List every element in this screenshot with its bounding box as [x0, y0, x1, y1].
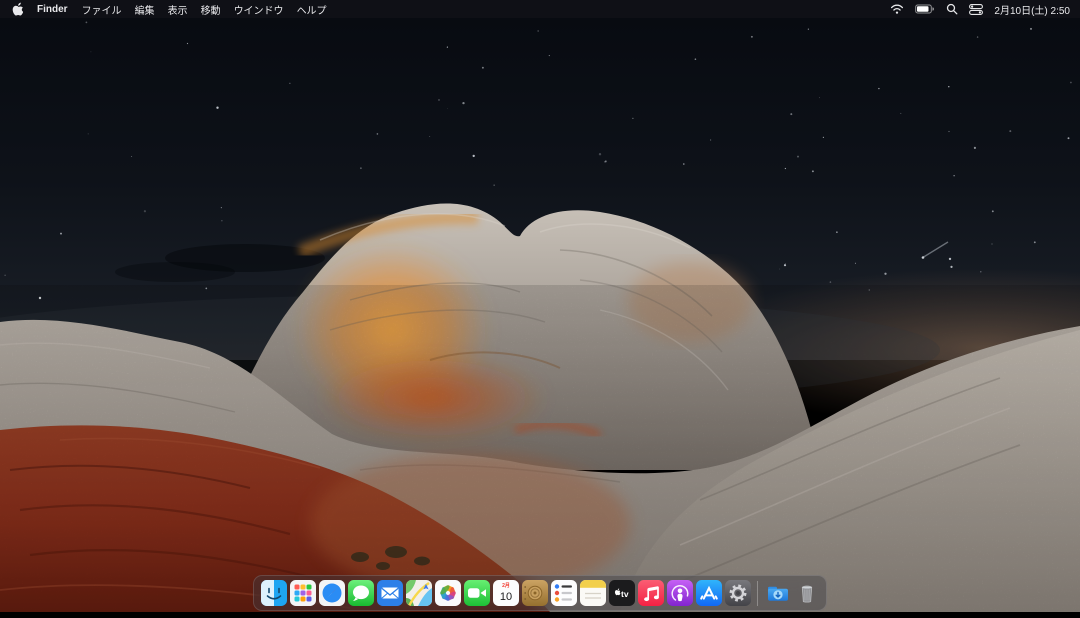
menu-item-2[interactable]: 表示 [168, 2, 188, 17]
dock-item-contacts[interactable] [522, 580, 548, 606]
menu-bar-clock[interactable]: 2月10日(土) 2:50 [994, 2, 1070, 17]
dock-item-settings[interactable] [725, 580, 751, 606]
dock-item-facetime[interactable] [464, 580, 490, 606]
launchpad-icon [290, 580, 316, 606]
svg-text:2月: 2月 [502, 582, 510, 589]
dock-item-photos[interactable] [435, 580, 461, 606]
active-app-menu[interactable]: Finder [37, 4, 68, 15]
control-center-icon[interactable] [969, 4, 983, 15]
dock-item-music[interactable] [638, 580, 664, 606]
messages-icon [348, 580, 374, 606]
dock-item-appstore[interactable] [696, 580, 722, 606]
downloads-folder-icon [765, 580, 791, 606]
menu-item-0[interactable]: ファイル [82, 2, 122, 17]
svg-text:tv: tv [621, 589, 629, 599]
system-settings-icon [725, 580, 751, 606]
status-icons [890, 3, 983, 15]
dock-divider [757, 581, 758, 606]
safari-icon [319, 580, 345, 606]
reminders-icon [551, 580, 577, 606]
menu-item-3[interactable]: 移動 [201, 2, 221, 17]
maps-icon [406, 580, 432, 606]
calendar-icon: 2月10 [493, 580, 519, 606]
menu-bar-right: 2月10日(土) 2:50 [890, 2, 1080, 17]
dock-item-reminders[interactable] [551, 580, 577, 606]
app-menus: ファイル編集表示移動ウインドウヘルプ [82, 2, 327, 17]
apple-menu-icon[interactable] [11, 2, 23, 16]
finder-icon [261, 580, 287, 606]
dock-item-safari[interactable] [319, 580, 345, 606]
facetime-icon [464, 580, 490, 606]
desktop-wallpaper [0, 0, 1080, 612]
dock-item-trash[interactable] [794, 580, 820, 606]
dock-item-calendar[interactable]: 2月10 [493, 580, 519, 606]
dock-item-launchpad[interactable] [290, 580, 316, 606]
dock-item-notes[interactable] [580, 580, 606, 606]
apple-tv-icon: tv [609, 580, 635, 606]
dock: 2月10tv [253, 575, 827, 611]
svg-text:10: 10 [499, 591, 511, 603]
macos-desktop: Finder ファイル編集表示移動ウインドウヘルプ 2月10日(土) 2:50 … [0, 0, 1080, 618]
menu-item-4[interactable]: ウインドウ [234, 2, 284, 17]
menu-item-5[interactable]: ヘルプ [297, 2, 327, 17]
mail-icon [377, 580, 403, 606]
dock-item-messages[interactable] [348, 580, 374, 606]
podcasts-icon [667, 580, 693, 606]
spotlight-search-icon[interactable] [946, 3, 958, 15]
dock-item-podcasts[interactable] [667, 580, 693, 606]
contacts-icon [522, 580, 548, 606]
dock-item-finder[interactable] [261, 580, 287, 606]
dock-item-tv[interactable]: tv [609, 580, 635, 606]
menu-bar: Finder ファイル編集表示移動ウインドウヘルプ 2月10日(土) 2:50 [0, 0, 1080, 18]
trash-icon [794, 580, 820, 606]
dock-item-downloads[interactable] [765, 580, 791, 606]
menu-item-1[interactable]: 編集 [135, 2, 155, 17]
dock-item-mail[interactable] [377, 580, 403, 606]
notes-icon [580, 580, 606, 606]
wifi-icon[interactable] [890, 3, 904, 15]
dock-item-maps[interactable] [406, 580, 432, 606]
photos-icon [435, 580, 461, 606]
battery-icon[interactable] [915, 4, 935, 14]
music-icon [638, 580, 664, 606]
menu-bar-left: Finder ファイル編集表示移動ウインドウヘルプ [0, 2, 327, 17]
app-store-icon [696, 580, 722, 606]
